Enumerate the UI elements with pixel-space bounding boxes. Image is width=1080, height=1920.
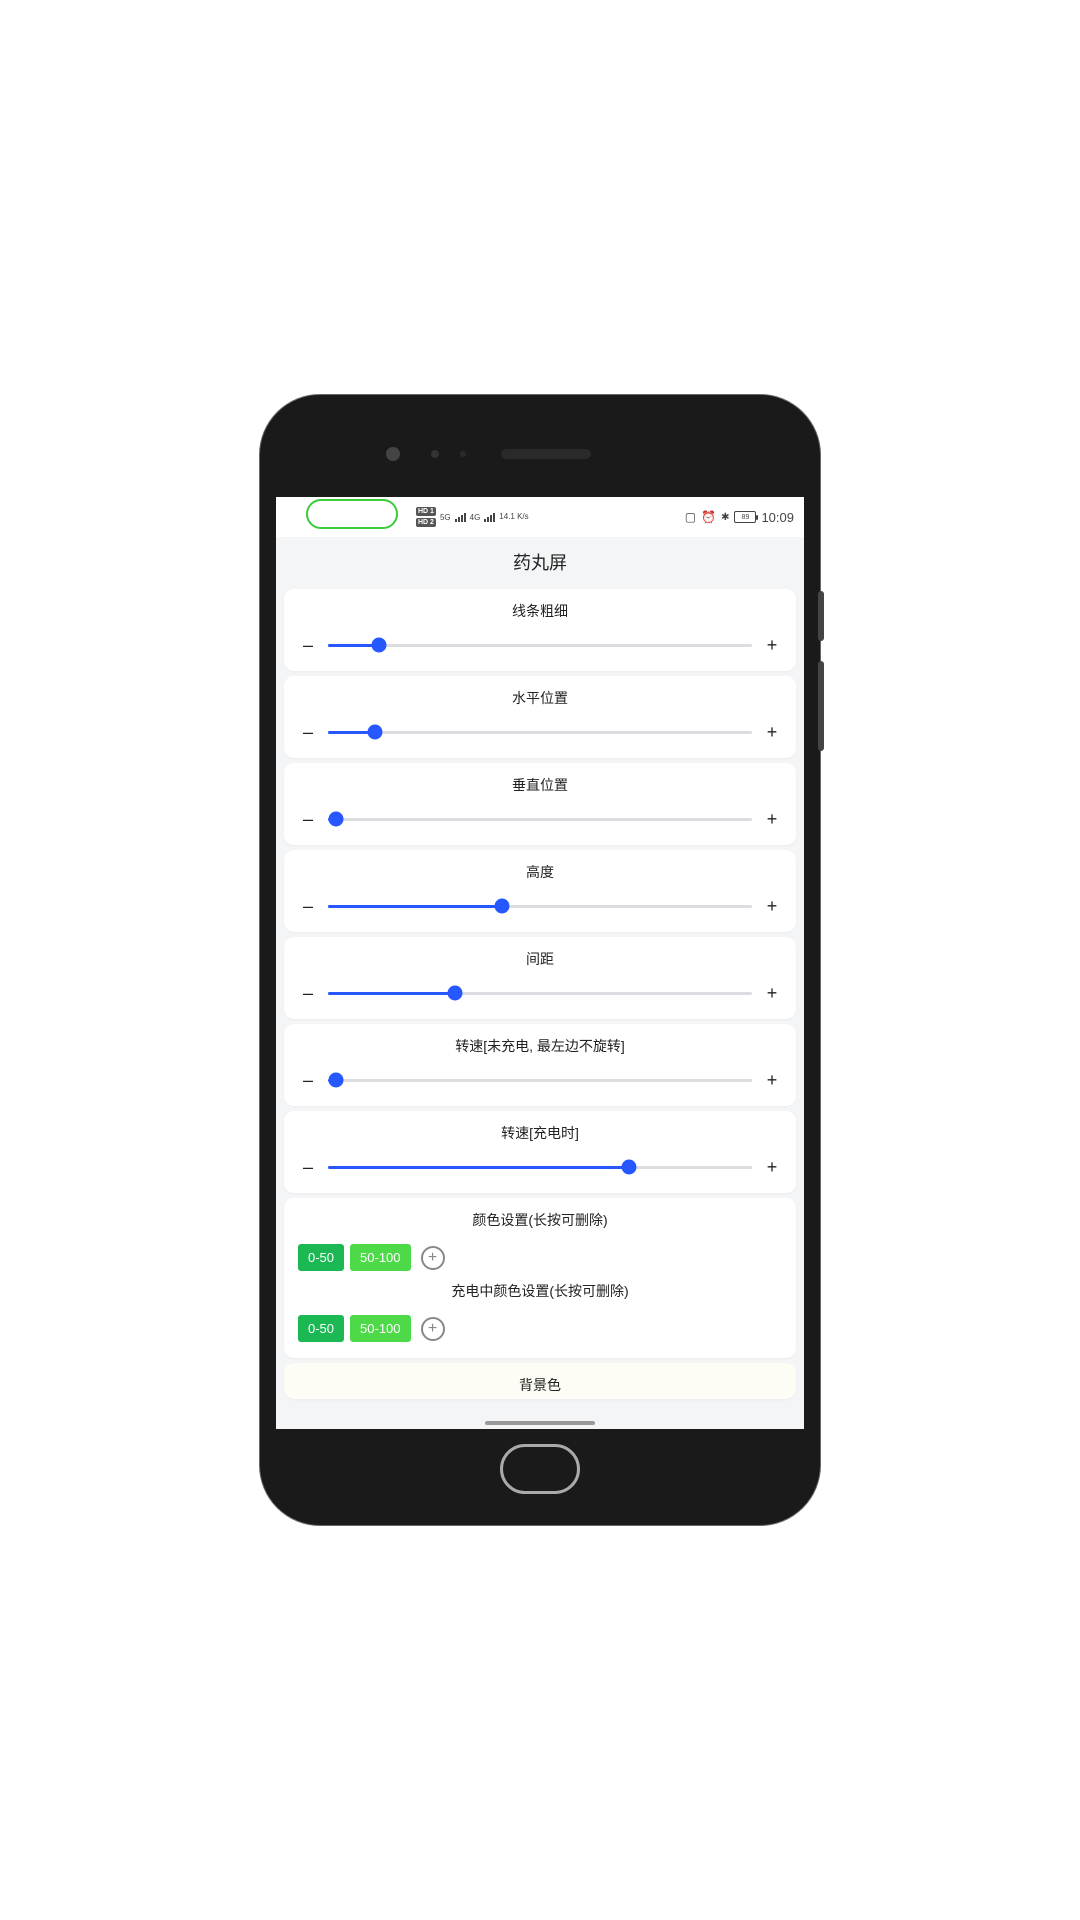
hd2-badge: HD 2	[416, 518, 436, 527]
phone-side-button-1	[818, 591, 824, 641]
slider-thumb[interactable]	[448, 986, 463, 1001]
slider-card: 线条粗细 – +	[284, 589, 796, 671]
slider-track[interactable]	[328, 905, 752, 908]
slider-label: 垂直位置	[298, 775, 782, 795]
slider-track[interactable]	[328, 992, 752, 995]
nav-handle[interactable]	[485, 1421, 595, 1425]
background-section-title: 背景色	[298, 1375, 782, 1395]
camera2-icon	[431, 450, 439, 458]
slider-card: 水平位置 – +	[284, 676, 796, 758]
slider-label: 水平位置	[298, 688, 782, 708]
slider-label: 转速[未充电, 最左边不旋转]	[298, 1036, 782, 1056]
slider-track[interactable]	[328, 1079, 752, 1082]
net-5g: 5G	[440, 513, 451, 522]
slider-card: 转速[充电时] – +	[284, 1111, 796, 1193]
color-chip[interactable]: 0-50	[298, 1244, 344, 1271]
background-color-card: 背景色	[284, 1363, 796, 1399]
alarm-icon: ⏰	[701, 510, 716, 524]
status-bar: HD 1 HD 2 5G 4G 14.1 K/s ▢ ⏰ ✱ 89 10:09	[276, 497, 804, 537]
color-section-title: 颜色设置(长按可删除)	[298, 1210, 782, 1230]
slider-thumb[interactable]	[371, 638, 386, 653]
slider-label: 转速[充电时]	[298, 1123, 782, 1143]
net-4g: 4G	[470, 513, 481, 522]
plus-button[interactable]: +	[762, 809, 782, 829]
slider-label: 间距	[298, 949, 782, 969]
minus-button[interactable]: –	[298, 635, 318, 655]
minus-button[interactable]: –	[298, 983, 318, 1003]
minus-button[interactable]: –	[298, 809, 318, 829]
color-chip[interactable]: 0-50	[298, 1315, 344, 1342]
home-button[interactable]	[500, 1444, 580, 1494]
slider-track[interactable]	[328, 818, 752, 821]
plus-button[interactable]: +	[762, 635, 782, 655]
signal-icon-1	[455, 513, 466, 522]
add-color-button[interactable]: +	[421, 1246, 445, 1270]
slider-track[interactable]	[328, 1166, 752, 1169]
color-settings-card: 颜色设置(长按可删除) 0-5050-100 + 充电中颜色设置(长按可删除) …	[284, 1198, 796, 1358]
plus-button[interactable]: +	[762, 983, 782, 1003]
minus-button[interactable]: –	[298, 722, 318, 742]
screen: HD 1 HD 2 5G 4G 14.1 K/s ▢ ⏰ ✱ 89 10:09	[276, 497, 804, 1429]
phone-bottom-bezel	[276, 1429, 804, 1509]
sensor-icon	[460, 451, 466, 457]
slider-card: 转速[未充电, 最左边不旋转] – +	[284, 1024, 796, 1106]
plus-button[interactable]: +	[762, 896, 782, 916]
plus-button[interactable]: +	[762, 722, 782, 742]
plus-button[interactable]: +	[762, 1157, 782, 1177]
plus-button[interactable]: +	[762, 1070, 782, 1090]
speaker-icon	[501, 449, 591, 459]
slider-card: 垂直位置 – +	[284, 763, 796, 845]
phone-top-bezel	[276, 411, 804, 497]
minus-button[interactable]: –	[298, 1157, 318, 1177]
color-chip[interactable]: 50-100	[350, 1244, 410, 1271]
slider-thumb[interactable]	[329, 812, 344, 827]
nfc-icon: ▢	[685, 510, 696, 524]
slider-thumb[interactable]	[367, 725, 382, 740]
minus-button[interactable]: –	[298, 896, 318, 916]
slider-card: 高度 – +	[284, 850, 796, 932]
clock-time: 10:09	[761, 510, 794, 525]
slider-thumb[interactable]	[494, 899, 509, 914]
slider-card: 间距 – +	[284, 937, 796, 1019]
signal-icon-2	[484, 513, 495, 522]
phone-side-button-2	[818, 661, 824, 751]
add-charging-color-button[interactable]: +	[421, 1317, 445, 1341]
phone-mockup: HD 1 HD 2 5G 4G 14.1 K/s ▢ ⏰ ✱ 89 10:09	[260, 395, 820, 1525]
hd1-badge: HD 1	[416, 507, 436, 516]
color-chip[interactable]: 50-100	[350, 1315, 410, 1342]
slider-track[interactable]	[328, 644, 752, 647]
camera-icon	[386, 447, 400, 461]
battery-icon: 89	[734, 511, 756, 523]
bluetooth-icon: ✱	[721, 512, 729, 523]
net-speed: 14.1 K/s	[499, 513, 528, 521]
minus-button[interactable]: –	[298, 1070, 318, 1090]
page-title: 药丸屏	[276, 537, 804, 589]
slider-thumb[interactable]	[329, 1073, 344, 1088]
slider-thumb[interactable]	[622, 1160, 637, 1175]
slider-track[interactable]	[328, 731, 752, 734]
slider-label: 线条粗细	[298, 601, 782, 621]
charging-color-section-title: 充电中颜色设置(长按可删除)	[298, 1281, 782, 1301]
slider-label: 高度	[298, 862, 782, 882]
pill-indicator	[306, 499, 398, 529]
